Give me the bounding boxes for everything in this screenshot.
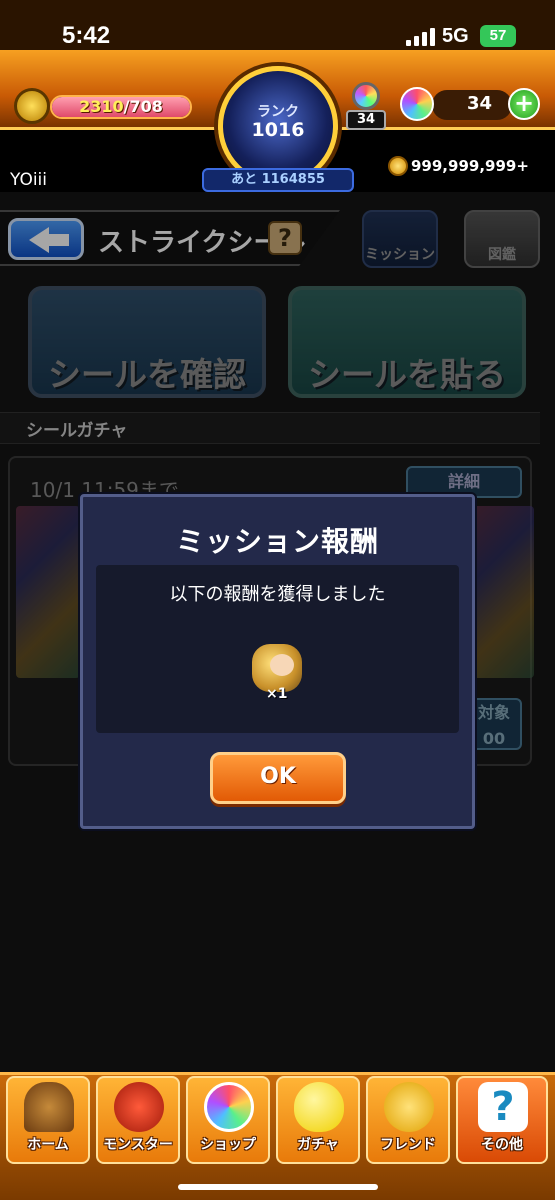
rank-next-exp: あと 1164855 bbox=[202, 168, 354, 192]
status-time: 5:42 bbox=[62, 22, 111, 49]
nav-other[interactable]: ? その他 bbox=[456, 1076, 548, 1164]
egg-icon bbox=[294, 1082, 344, 1132]
dialog-message: 以下の報酬を獲得しました bbox=[169, 584, 386, 605]
nav-monster[interactable]: モンスター bbox=[96, 1076, 180, 1164]
nav-shop-label: ショップ bbox=[200, 1137, 256, 1153]
nav-gacha-label: ガチャ bbox=[297, 1137, 339, 1153]
username: YOiii bbox=[10, 170, 48, 190]
nav-shop[interactable]: ショップ bbox=[186, 1076, 270, 1164]
friends-icon bbox=[384, 1082, 434, 1132]
add-orbs-button[interactable]: + bbox=[508, 88, 540, 120]
orb-icon bbox=[204, 1082, 254, 1132]
nav-monster-label: モンスター bbox=[103, 1137, 173, 1153]
nav-other-label: その他 bbox=[481, 1137, 523, 1153]
coin-icon bbox=[388, 156, 408, 176]
stamina-bar[interactable]: 2310/708 bbox=[50, 95, 192, 119]
home-door-icon bbox=[24, 1082, 74, 1132]
gacha-count: 34 bbox=[346, 110, 386, 130]
nav-friend[interactable]: フレンド bbox=[366, 1076, 450, 1164]
question-icon: ? bbox=[478, 1082, 528, 1132]
signal-icon bbox=[406, 28, 436, 46]
nav-home[interactable]: ホーム bbox=[6, 1076, 90, 1164]
network-label: 5G bbox=[442, 25, 469, 47]
battery-icon: 57 bbox=[480, 25, 516, 47]
stamina-text: 2310/708 bbox=[52, 97, 190, 117]
home-indicator bbox=[178, 1184, 378, 1190]
rank-value: 1016 bbox=[251, 119, 305, 141]
stamina-max: /708 bbox=[123, 97, 163, 116]
stamina-icon bbox=[14, 88, 50, 124]
reward-face bbox=[270, 654, 294, 676]
stamina-current: 2310 bbox=[79, 97, 124, 116]
nav-gacha[interactable]: ガチャ bbox=[276, 1076, 360, 1164]
coin-value: 999,999,999+ bbox=[411, 157, 529, 175]
nav-home-label: ホーム bbox=[27, 1137, 69, 1153]
dialog-title: ミッション報酬 bbox=[175, 525, 379, 558]
orb-icon bbox=[400, 87, 434, 121]
gacha-machine-icon[interactable]: 34 bbox=[346, 82, 386, 130]
gacha-orb bbox=[352, 82, 380, 110]
ok-button[interactable]: OK bbox=[210, 752, 346, 804]
reward-quantity: ×1 bbox=[266, 686, 288, 702]
orb-count: 34 bbox=[466, 93, 492, 114]
nav-friend-label: フレンド bbox=[380, 1137, 436, 1153]
rank-label: ランク bbox=[257, 104, 299, 120]
monster-dragon-icon bbox=[114, 1082, 164, 1132]
